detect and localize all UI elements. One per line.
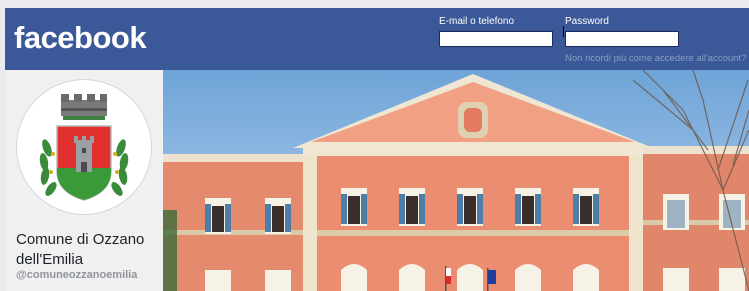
cover-photo[interactable] bbox=[163, 70, 749, 291]
forgot-account-link[interactable]: Non ricordi più come accedere all'accoun… bbox=[565, 53, 746, 65]
facebook-logo[interactable]: facebook bbox=[14, 20, 147, 56]
top-bar: facebook E-mail o telefono Password Non … bbox=[5, 8, 749, 70]
profile-panel: Comune di Ozzano dell'Emilia @comuneozza… bbox=[5, 70, 163, 291]
email-field[interactable] bbox=[439, 31, 553, 47]
coat-of-arms-icon bbox=[39, 94, 129, 201]
facebook-page: facebook E-mail o telefono Password Non … bbox=[0, 0, 749, 291]
password-field[interactable] bbox=[565, 31, 679, 47]
page-title[interactable]: Comune di Ozzano dell'Emilia bbox=[16, 230, 161, 270]
profile-avatar[interactable] bbox=[17, 80, 151, 214]
password-label: Password bbox=[565, 16, 609, 27]
town-hall-photo bbox=[163, 70, 749, 291]
text-cursor bbox=[563, 26, 564, 37]
email-label: E-mail o telefono bbox=[439, 16, 515, 27]
page-handle[interactable]: @comuneozzanoemilia bbox=[16, 268, 137, 282]
